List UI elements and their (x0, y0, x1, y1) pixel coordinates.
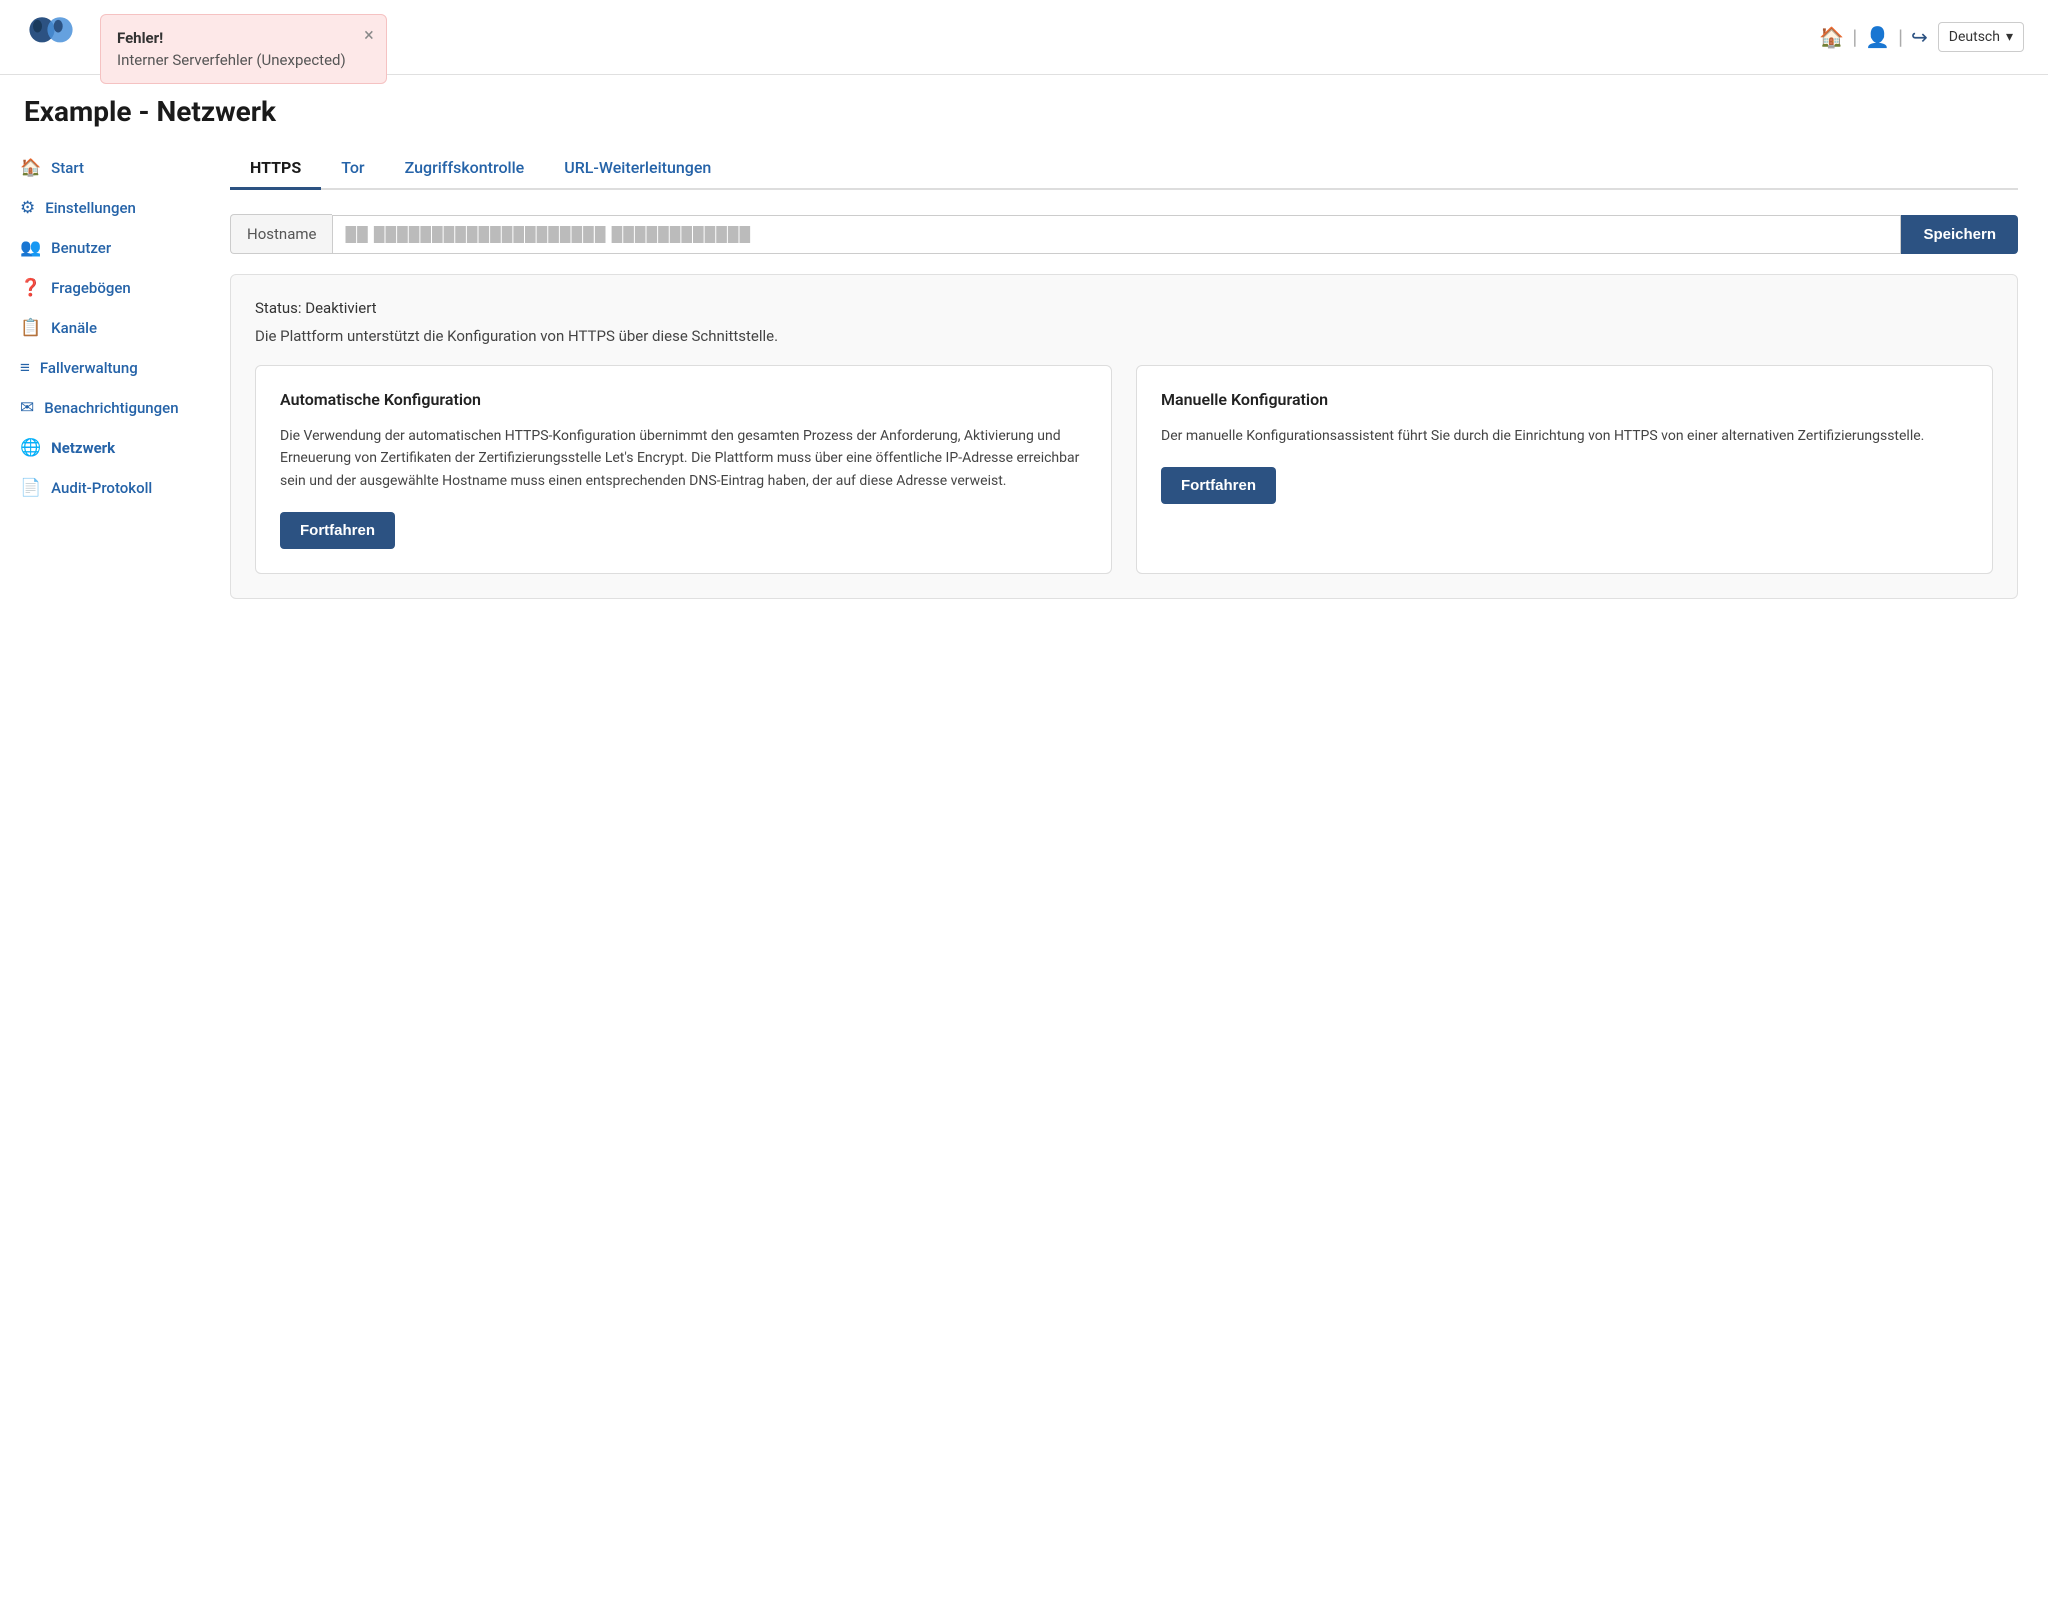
header-icons: 🏠 | 👤 | ↪ (1819, 25, 1927, 49)
audit-icon: 📄 (20, 478, 41, 498)
manual-config-title: Manuelle Konfiguration (1161, 390, 1968, 409)
sidebar-item-audit-protokoll[interactable]: 📄 Audit-Protokoll (0, 468, 200, 508)
status-section: Status: Deaktiviert Die Plattform unters… (230, 274, 2018, 599)
help-icon: ❓ (20, 278, 41, 298)
auto-config-proceed-button[interactable]: Fortfahren (280, 512, 395, 549)
users-icon: 👥 (20, 238, 41, 258)
sidebar-item-netzwerk[interactable]: 🌐 Netzwerk (0, 428, 200, 468)
hostname-input[interactable] (332, 215, 1901, 254)
case-icon: ≡ (20, 358, 30, 378)
sidebar-item-fragebögen[interactable]: ❓ Fragebögen (0, 268, 200, 308)
status-text: Status: Deaktiviert (255, 299, 1993, 317)
sidebar-item-einstellungen[interactable]: ⚙ Einstellungen (0, 188, 200, 228)
manual-config-card: Manuelle Konfiguration Der manuelle Konf… (1136, 365, 1993, 574)
sidebar-item-kanäle[interactable]: 📋 Kanäle (0, 308, 200, 348)
error-title: Fehler! (117, 29, 346, 47)
mail-icon: ✉ (20, 398, 34, 418)
auto-config-card: Automatische Konfiguration Die Verwendun… (255, 365, 1112, 574)
manual-config-body: Der manuelle Konfigurationsassistent füh… (1161, 425, 1968, 447)
main-content: HTTPS Tor Zugriffskontrolle URL-Weiterle… (200, 128, 2048, 1608)
auto-config-title: Automatische Konfiguration (280, 390, 1087, 409)
layout: 🏠 Start ⚙ Einstellungen 👥 Benutzer ❓ Fra… (0, 128, 2048, 1608)
tab-tor[interactable]: Tor (321, 148, 384, 190)
hostname-row: Hostname Speichern (230, 214, 2018, 254)
logout-icon[interactable]: ↪ (1911, 25, 1928, 49)
header: Fehler! Interner Serverfehler (Unexpecte… (0, 0, 2048, 75)
channels-icon: 📋 (20, 318, 41, 338)
sidebar-item-fallverwaltung[interactable]: ≡ Fallverwaltung (0, 348, 200, 388)
sidebar-item-start[interactable]: 🏠 Start (0, 148, 200, 188)
header-right: 🏠 | 👤 | ↪ Deutsch ▾ (1819, 22, 2024, 52)
error-message: Interner Serverfehler (Unexpected) (117, 51, 346, 69)
sidebar-item-benutzer[interactable]: 👥 Benutzer (0, 228, 200, 268)
chevron-down-icon: ▾ (2006, 29, 2013, 45)
tab-https[interactable]: HTTPS (230, 148, 321, 190)
tab-url-weiterleitungen[interactable]: URL-Weiterleitungen (544, 148, 731, 190)
hostname-label: Hostname (230, 214, 332, 254)
home-icon[interactable]: 🏠 (1819, 25, 1844, 49)
sidebar: 🏠 Start ⚙ Einstellungen 👥 Benutzer ❓ Fra… (0, 128, 200, 1608)
user-icon[interactable]: 👤 (1865, 25, 1890, 49)
sidebar-item-benachrichtigungen[interactable]: ✉ Benachrichtigungen (0, 388, 200, 428)
logo (24, 10, 78, 64)
tabs: HTTPS Tor Zugriffskontrolle URL-Weiterle… (230, 148, 2018, 190)
save-button[interactable]: Speichern (1901, 215, 2018, 254)
tab-zugriffskontrolle[interactable]: Zugriffskontrolle (385, 148, 545, 190)
error-toast: Fehler! Interner Serverfehler (Unexpecte… (100, 14, 387, 84)
network-icon: 🌐 (20, 438, 41, 458)
manual-config-proceed-button[interactable]: Fortfahren (1161, 467, 1276, 504)
auto-config-body: Die Verwendung der automatischen HTTPS-K… (280, 425, 1087, 492)
error-close-button[interactable]: × (364, 25, 374, 46)
config-cards: Automatische Konfiguration Die Verwendun… (255, 365, 1993, 574)
language-selector[interactable]: Deutsch ▾ (1938, 22, 2024, 52)
status-description: Die Plattform unterstützt die Konfigurat… (255, 327, 1993, 345)
settings-icon: ⚙ (20, 198, 35, 218)
home-icon: 🏠 (20, 158, 41, 178)
